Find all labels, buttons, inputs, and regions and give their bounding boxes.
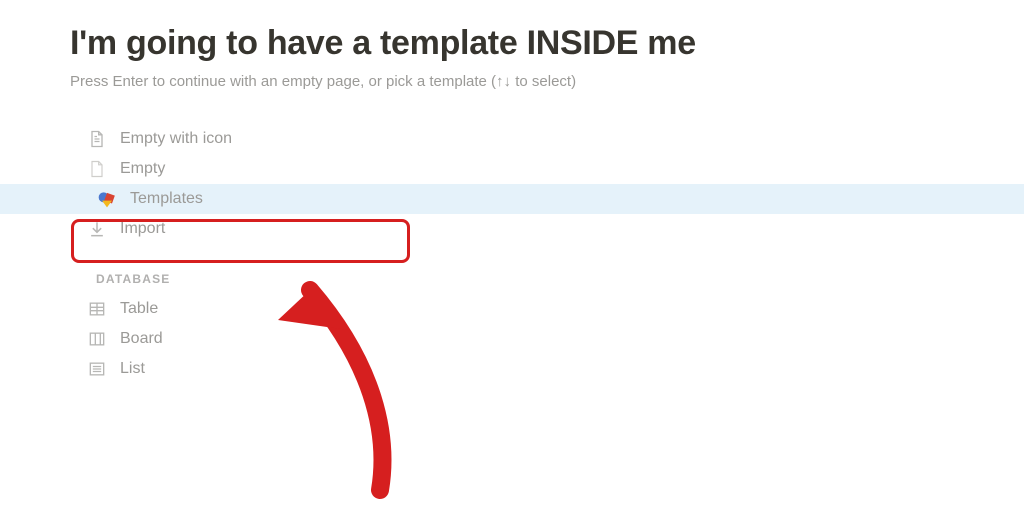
templates-icon bbox=[96, 188, 118, 210]
option-label: Import bbox=[120, 220, 165, 238]
option-templates[interactable]: Templates bbox=[0, 184, 1024, 214]
blank-page-icon bbox=[86, 158, 108, 180]
option-board[interactable]: Board bbox=[80, 324, 954, 354]
option-empty-with-icon[interactable]: Empty with icon bbox=[80, 124, 954, 154]
page-type-options: Empty with icon Empty Templates bbox=[70, 124, 954, 384]
table-icon bbox=[86, 298, 108, 320]
import-icon bbox=[86, 218, 108, 240]
option-table[interactable]: Table bbox=[80, 294, 954, 324]
board-icon bbox=[86, 328, 108, 350]
database-section-label: DATABASE bbox=[96, 272, 954, 286]
list-icon bbox=[86, 358, 108, 380]
option-label: Templates bbox=[130, 190, 203, 208]
new-page-template-picker: I'm going to have a template INSIDE me P… bbox=[0, 0, 1024, 384]
page-icon bbox=[86, 128, 108, 150]
option-list[interactable]: List bbox=[80, 354, 954, 384]
option-label: Empty with icon bbox=[120, 130, 232, 148]
page-title[interactable]: I'm going to have a template INSIDE me bbox=[70, 24, 954, 63]
option-label: Board bbox=[120, 330, 163, 348]
template-hint: Press Enter to continue with an empty pa… bbox=[70, 73, 954, 90]
option-label: List bbox=[120, 360, 145, 378]
option-label: Empty bbox=[120, 160, 165, 178]
option-import[interactable]: Import bbox=[80, 214, 954, 244]
option-label: Table bbox=[120, 300, 158, 318]
option-empty[interactable]: Empty bbox=[80, 154, 954, 184]
